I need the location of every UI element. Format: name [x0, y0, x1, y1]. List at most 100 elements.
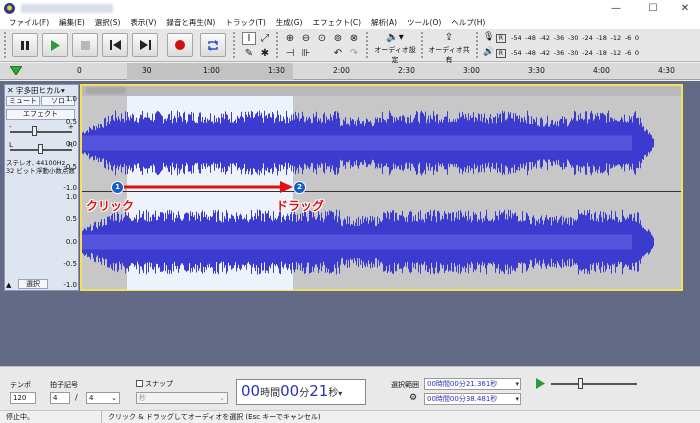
menu-select[interactable]: 選択(S)	[90, 17, 126, 29]
selection-tool-button[interactable]: I	[242, 32, 256, 45]
meter-tick: -48	[525, 49, 536, 57]
undo-button[interactable]: ↶	[331, 47, 345, 60]
snap-checkbox[interactable]	[136, 380, 143, 387]
selection-start-field[interactable]: 00時間00分21.361秒 ▾	[424, 378, 521, 390]
pan-slider-thumb[interactable]	[38, 144, 43, 154]
menu-transport[interactable]: 録音と再生(N)	[161, 17, 220, 29]
snap-unit-value: 秒	[139, 394, 146, 402]
clip-name-blurred	[86, 87, 126, 94]
redo-icon: ↷	[349, 48, 359, 59]
gain-slider-track	[10, 131, 72, 133]
meter-tick: -24	[582, 49, 593, 57]
speaker-icon: 🔈▾	[386, 32, 404, 43]
collapse-track-icon[interactable]: ▲	[6, 281, 11, 289]
toolbar-grip[interactable]	[476, 32, 479, 58]
menu-generate[interactable]: 生成(G)	[271, 17, 308, 29]
time-seconds-unit: 秒	[328, 388, 339, 399]
menu-tools[interactable]: ツール(O)	[402, 17, 446, 29]
stop-button[interactable]	[72, 33, 98, 57]
fit-selection-icon: ⊙	[317, 33, 327, 44]
amplitude-tick: 1.0	[65, 95, 77, 103]
amplitude-tick: 0.0	[65, 140, 77, 148]
meter-tick: 0	[634, 34, 639, 42]
trim-icon: ⊣	[285, 48, 295, 59]
fit-project-button[interactable]: ⊚	[331, 32, 345, 45]
menu-edit[interactable]: 編集(E)	[54, 17, 90, 29]
share-audio-button[interactable]: ⇪ オーディオ共有	[427, 31, 471, 64]
zoom-out-button[interactable]: ⊖	[299, 32, 313, 45]
timesig-numerator[interactable]: 4	[50, 392, 70, 404]
draw-tool-button[interactable]: ✎	[242, 47, 256, 60]
meter-tick: -18	[596, 49, 607, 57]
fit-selection-button[interactable]: ⊙	[315, 32, 329, 45]
timesig-denominator[interactable]: 4 ⌄	[86, 392, 120, 404]
toolbar-grip[interactable]	[4, 32, 7, 58]
menu-help[interactable]: ヘルプ(H)	[446, 17, 490, 29]
playback-meter[interactable]: -54 -48 -42 -36 -30 -24 -18 -12 -6 0	[511, 49, 639, 57]
asterisk-icon: ✱	[260, 48, 270, 59]
speaker-icon: 🔊	[483, 47, 495, 57]
timeline-tick: 2:30	[398, 66, 415, 75]
zoom-toggle-button[interactable]: ⊗	[347, 32, 361, 45]
play-speed-slider-thumb[interactable]	[578, 378, 583, 389]
timeline-tick: 0	[77, 66, 82, 75]
gain-minus-label: -	[9, 123, 12, 131]
loop-button[interactable]	[200, 33, 226, 57]
timesig-slash: /	[75, 393, 78, 402]
skip-start-button[interactable]	[102, 33, 128, 57]
meter-tick: -54	[511, 49, 522, 57]
trim-button[interactable]: ⊣	[283, 47, 297, 60]
record-icon	[175, 40, 185, 50]
toolbar-grip[interactable]	[233, 32, 236, 58]
menu-tracks[interactable]: トラック(T)	[220, 17, 270, 29]
time-minutes-unit: 分	[299, 388, 310, 399]
timeline-tick: 4:30	[658, 66, 675, 75]
maximize-button[interactable]: ☐	[638, 0, 668, 17]
play-button[interactable]	[42, 33, 68, 57]
click-caption: クリック	[86, 199, 135, 213]
chevron-down-icon: ⌄	[111, 394, 117, 402]
toolbar-grip[interactable]	[366, 32, 369, 58]
track-name-menu[interactable]: 宇多田ヒカル▾	[16, 85, 78, 95]
amplitude-tick: -1.0	[63, 184, 77, 192]
skip-end-button[interactable]	[132, 33, 158, 57]
toolbar-grip[interactable]	[276, 32, 279, 58]
chevron-down-icon: ▾	[515, 380, 519, 388]
menu-view[interactable]: 表示(V)	[125, 17, 161, 29]
record-button[interactable]	[167, 33, 193, 57]
timeline-options-icon[interactable]	[10, 66, 22, 75]
menu-effect[interactable]: エフェクト(C)	[307, 17, 366, 29]
meter-tick: -6	[624, 49, 632, 57]
toolbar-grip[interactable]	[421, 32, 424, 58]
envelope-tool-button[interactable]: ⤢	[258, 32, 272, 45]
tempo-field[interactable]: 120	[10, 392, 36, 404]
meter-tick: -12	[610, 49, 622, 57]
snap-label: スナップ	[145, 380, 173, 388]
pause-button[interactable]	[12, 33, 38, 57]
time-display[interactable]: 00 時間 00 分 21 秒 ▾	[236, 379, 366, 405]
play-at-speed-icon[interactable]	[535, 378, 545, 389]
audio-setup-button[interactable]: 🔈▾ オーディオ設定	[373, 31, 417, 64]
track-close-icon[interactable]: ✕	[7, 86, 14, 95]
zoom-in-button[interactable]: ⊕	[283, 32, 297, 45]
clip-header[interactable]	[82, 86, 681, 96]
gain-slider-thumb[interactable]	[32, 126, 37, 136]
timeline-tick: 2:00	[333, 66, 350, 75]
timeline-tick: 4:00	[593, 66, 610, 75]
silence-button[interactable]: ⊪	[299, 47, 313, 60]
record-meter[interactable]: -54 -48 -42 -36 -30 -24 -18 -12 -6 0	[511, 34, 639, 42]
minimize-button[interactable]: —	[601, 0, 631, 17]
multi-tool-button[interactable]: ✱	[258, 47, 272, 60]
menu-analyze[interactable]: 解析(A)	[366, 17, 402, 29]
track-select-button[interactable]: 選択	[18, 279, 48, 289]
redo-button[interactable]: ↷	[347, 47, 361, 60]
selection-end-field[interactable]: 00時間00分38.481秒 ▾	[424, 393, 521, 405]
close-button[interactable]: ✕	[670, 0, 700, 17]
undo-icon: ↶	[333, 48, 343, 59]
snap-unit-select[interactable]: 秒 ⌄	[136, 392, 228, 404]
gear-icon[interactable]: ⚙	[409, 393, 417, 403]
playback-meter-ch-icon: R	[496, 49, 506, 58]
menu-file[interactable]: ファイル(F)	[4, 17, 54, 29]
mute-button[interactable]: ミュート	[6, 96, 40, 106]
window-title-blurred	[21, 4, 113, 13]
